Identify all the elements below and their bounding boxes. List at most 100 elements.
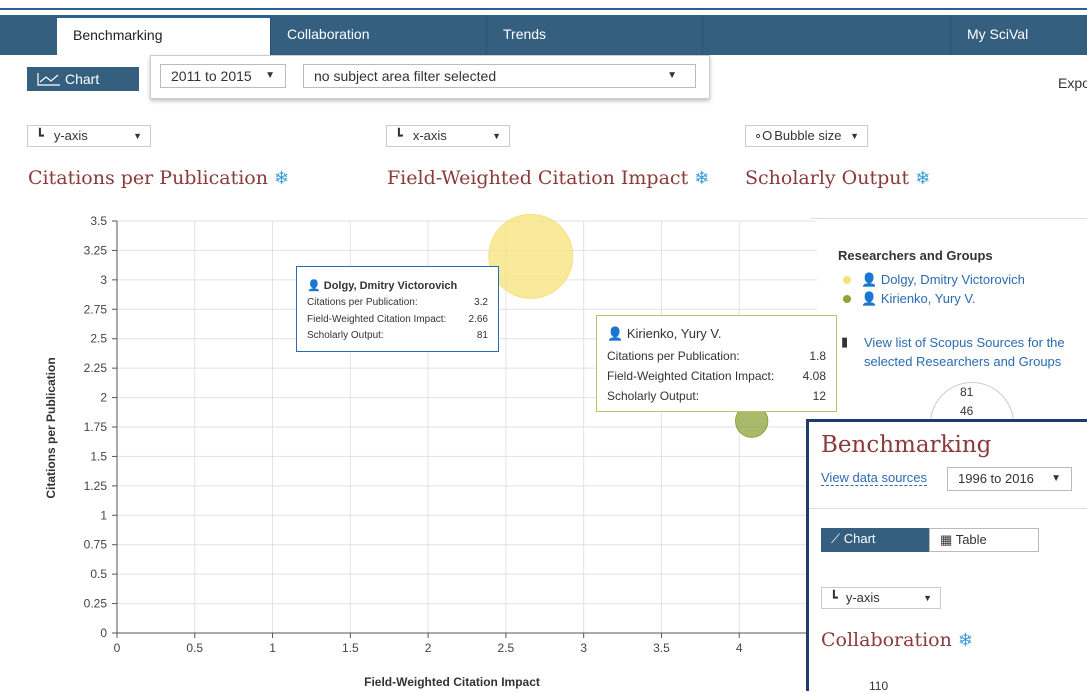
top-accent-line <box>0 0 1087 10</box>
year-range-select[interactable]: 2011 to 2015 ▼ <box>160 64 286 88</box>
overlay-metric-label: Collaboration <box>821 629 952 651</box>
x-metric-title[interactable]: Field-Weighted Citation Impact ❄ <box>387 167 709 189</box>
tab-empty[interactable] <box>703 15 951 55</box>
x-tick-label: 2 <box>425 641 432 655</box>
legend-item-label: Dolgy, Dmitry Victorovich <box>880 272 1025 287</box>
researcher-icon: 👤 <box>607 326 624 341</box>
x-tick-label: 1 <box>269 641 276 655</box>
tooltip-row: Scholarly Output: 81 <box>307 330 488 341</box>
snowflake-icon[interactable]: ❄ <box>694 168 709 189</box>
chevron-down-icon: ▼ <box>667 70 677 81</box>
tab-trends[interactable]: Trends <box>487 15 703 55</box>
size-legend-value: 81 <box>960 385 974 399</box>
subject-area-select[interactable]: no subject area filter selected ▼ <box>303 64 696 88</box>
overlay-metric-title[interactable]: Collaboration ❄ <box>821 629 973 651</box>
tooltip-row-label: Scholarly Output: <box>607 389 700 403</box>
y-axis-icon: ┗ <box>36 128 44 143</box>
tooltip-row-label: Citations per Publication: <box>307 297 418 308</box>
tooltip-row-label: Scholarly Output: <box>307 330 384 341</box>
tooltip-row-label: Citations per Publication: <box>607 349 740 363</box>
x-tick-label: 3 <box>580 641 587 655</box>
y-tick-label: 0 <box>100 626 107 640</box>
bubble-size-label: Bubble size <box>774 128 842 143</box>
y-tick-label: 0.25 <box>84 597 108 611</box>
legend-item[interactable]: 👤 Kirienko, Yury V. <box>843 291 975 307</box>
tooltip-row-value: 2.66 <box>468 314 488 325</box>
tooltip-row: Citations per Publication: 1.8 <box>607 349 826 363</box>
legend-title: Researchers and Groups <box>838 248 993 263</box>
overlay-divider <box>809 508 1087 509</box>
y-axis-select[interactable]: ┗ y-axis ▼ <box>27 125 151 147</box>
chart-view-button[interactable]: Chart <box>27 67 139 91</box>
tooltip-row-value: 81 <box>476 330 488 341</box>
overlay-table-label: Table <box>955 532 987 547</box>
snowflake-icon[interactable]: ❄ <box>274 168 289 189</box>
y-tick-label: 3.5 <box>90 214 107 228</box>
y-tick-label: 2.5 <box>90 332 107 346</box>
tooltip-row-value: 12 <box>812 389 826 403</box>
y-metric-label: Citations per Publication <box>28 167 268 189</box>
snowflake-icon[interactable]: ❄ <box>915 168 930 189</box>
bubble-metric-label: Scholarly Output <box>745 167 910 189</box>
y-tick-label: 0.75 <box>84 538 108 552</box>
tooltip-row-value: 1.8 <box>809 349 826 363</box>
tab-my-scival[interactable]: My SciVal <box>951 15 1087 55</box>
subject-area-value: no subject area filter selected <box>314 68 497 84</box>
legend-item-label: Kirienko, Yury V. <box>880 291 976 306</box>
overlay-year-select[interactable]: 1996 to 2016 ▼ <box>947 467 1072 491</box>
x-axis-select[interactable]: ┗ x-axis ▼ <box>386 125 510 147</box>
y-axis-title: Citations per Publication <box>44 357 58 498</box>
tooltip-name: 👤 Dolgy, Dmitry Victorovich <box>307 279 457 292</box>
x-tick-label: 3.5 <box>653 641 670 655</box>
tooltip-row-label: Field-Weighted Citation Impact: <box>307 314 447 325</box>
line-chart-icon <box>37 73 60 86</box>
researcher-icon: 👤 <box>861 272 878 287</box>
tooltip-dolgy: 👤 Dolgy, Dmitry Victorovich Citations pe… <box>296 266 499 352</box>
bubble-metric-title[interactable]: Scholarly Output ❄ <box>745 167 930 189</box>
y-tick-label: 1.25 <box>84 479 108 493</box>
export-link[interactable]: Expo <box>1058 75 1087 91</box>
chevron-down-icon: ▼ <box>133 131 142 141</box>
bubble-size-select[interactable]: ∘O Bubble size ▼ <box>745 125 868 147</box>
overlay-chart-label: Chart <box>843 531 876 546</box>
year-range-value: 2011 to 2015 <box>171 68 252 84</box>
data-bubble <box>488 213 574 299</box>
y-tick-label: 0.5 <box>90 567 107 581</box>
y-tick-label: 3.25 <box>84 243 108 257</box>
y-tick-label: 3 <box>100 273 107 287</box>
x-tick-label: 4 <box>736 641 743 655</box>
tab-benchmarking[interactable]: Benchmarking <box>57 15 271 55</box>
legend-dot <box>843 276 851 284</box>
tooltip-row-value: 4.08 <box>802 369 826 383</box>
researcher-icon: 👤 <box>861 291 878 306</box>
y-axis-label: y-axis <box>53 128 88 143</box>
overlay-year-value: 1996 to 2016 <box>958 471 1034 486</box>
scopus-link-line2: selected Researchers and Groups <box>864 354 1062 369</box>
x-tick-label: 1.5 <box>342 641 359 655</box>
y-tick-label: 2 <box>100 391 107 405</box>
scopus-sources-link[interactable]: View list of Scopus Sources for the sele… <box>864 333 1065 371</box>
legend-dot <box>843 295 851 303</box>
y-tick-label: 1.5 <box>90 449 107 463</box>
snowflake-icon[interactable]: ❄ <box>958 630 973 651</box>
tooltip-row: Citations per Publication: 3.2 <box>307 297 488 308</box>
table-icon: ▦ <box>940 532 953 547</box>
bubble-icon: ∘O <box>754 128 773 143</box>
y-tick-label: 2.25 <box>84 361 108 375</box>
chevron-down-icon: ▼ <box>1051 473 1061 484</box>
tooltip-name-text: Kirienko, Yury V. <box>626 326 722 341</box>
x-tick-label: 0.5 <box>186 641 203 655</box>
overlay-y-axis-label: y-axis <box>845 590 880 605</box>
overlay-chart-button[interactable]: ⟋ Chart <box>821 528 929 552</box>
legend-divider <box>810 218 1087 219</box>
researcher-icon: 👤 <box>307 280 321 292</box>
overlay-table-button[interactable]: ▦ Table <box>929 528 1039 552</box>
overlay-y-axis-select[interactable]: ┗ y-axis ▼ <box>821 587 941 609</box>
x-metric-label: Field-Weighted Citation Impact <box>387 167 689 189</box>
y-metric-title[interactable]: Citations per Publication ❄ <box>28 167 289 189</box>
line-chart-icon: ⟋ <box>831 531 841 546</box>
tab-collaboration[interactable]: Collaboration <box>271 15 487 55</box>
legend-item[interactable]: 👤 Dolgy, Dmitry Victorovich <box>843 272 1025 288</box>
view-data-sources-link[interactable]: View data sources <box>821 470 927 486</box>
chart-view-label: Chart <box>65 71 100 87</box>
